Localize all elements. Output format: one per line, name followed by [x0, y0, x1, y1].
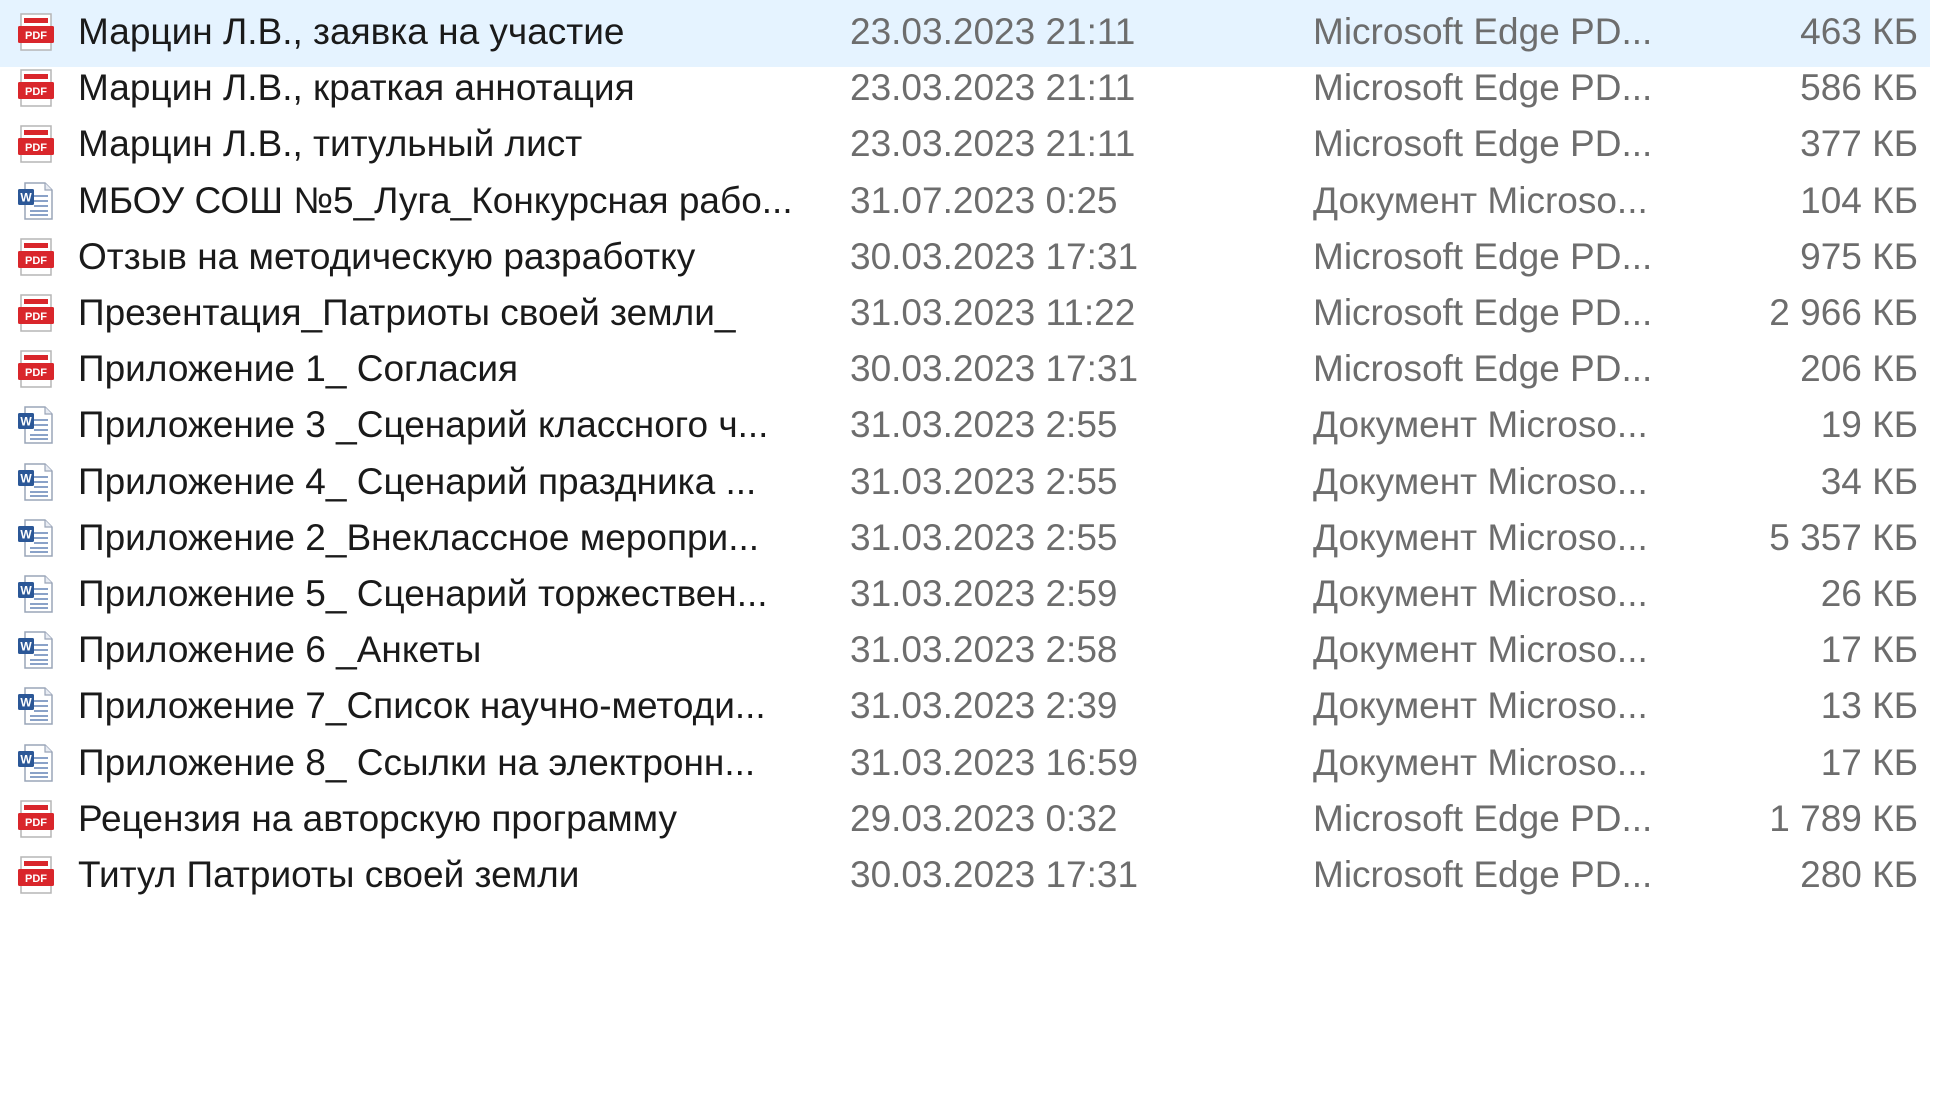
word-file-icon: W [16, 181, 56, 221]
svg-text:PDF: PDF [25, 142, 47, 154]
svg-text:W: W [20, 415, 32, 429]
file-date-modified: 30.03.2023 17:31 [850, 854, 1139, 895]
svg-text:PDF: PDF [25, 311, 47, 323]
pdf-file-icon: PDF [16, 237, 56, 277]
word-file-icon: W [16, 405, 56, 445]
pdf-file-icon: PDF [16, 293, 56, 333]
pdf-file-icon: PDF [16, 12, 56, 52]
svg-text:W: W [20, 527, 32, 541]
pdf-file-icon: PDF [16, 349, 56, 389]
pdf-file-icon: PDF [16, 124, 56, 164]
pdf-file-icon: PDF [16, 855, 56, 895]
file-name: Титул Патриоты своей земли [78, 854, 580, 895]
svg-text:PDF: PDF [25, 367, 47, 379]
file-list: PDF Марцин Л.В., заявка на участие 23.03… [0, 0, 1942, 1103]
svg-text:W: W [20, 584, 32, 598]
file-size: 280 КБ [1800, 854, 1918, 895]
file-type: Microsoft Edge PD... [1313, 854, 1653, 895]
word-file-icon: W [16, 686, 56, 726]
word-file-icon: W [16, 574, 56, 614]
svg-text:PDF: PDF [25, 255, 47, 267]
svg-text:PDF: PDF [25, 30, 47, 42]
word-file-icon: W [16, 743, 56, 783]
svg-text:PDF: PDF [25, 817, 47, 829]
file-row[interactable]: PDF Титул Патриоты своей земли 30.03.202… [0, 840, 1930, 910]
word-file-icon: W [16, 462, 56, 502]
svg-text:W: W [20, 640, 32, 654]
pdf-file-icon: PDF [16, 799, 56, 839]
svg-text:W: W [20, 752, 32, 766]
svg-text:PDF: PDF [25, 86, 47, 98]
svg-text:W: W [20, 190, 32, 204]
word-file-icon: W [16, 630, 56, 670]
pdf-file-icon: PDF [16, 68, 56, 108]
svg-text:PDF: PDF [25, 873, 47, 885]
svg-text:W: W [20, 471, 32, 485]
svg-text:W: W [20, 696, 32, 710]
word-file-icon: W [16, 518, 56, 558]
